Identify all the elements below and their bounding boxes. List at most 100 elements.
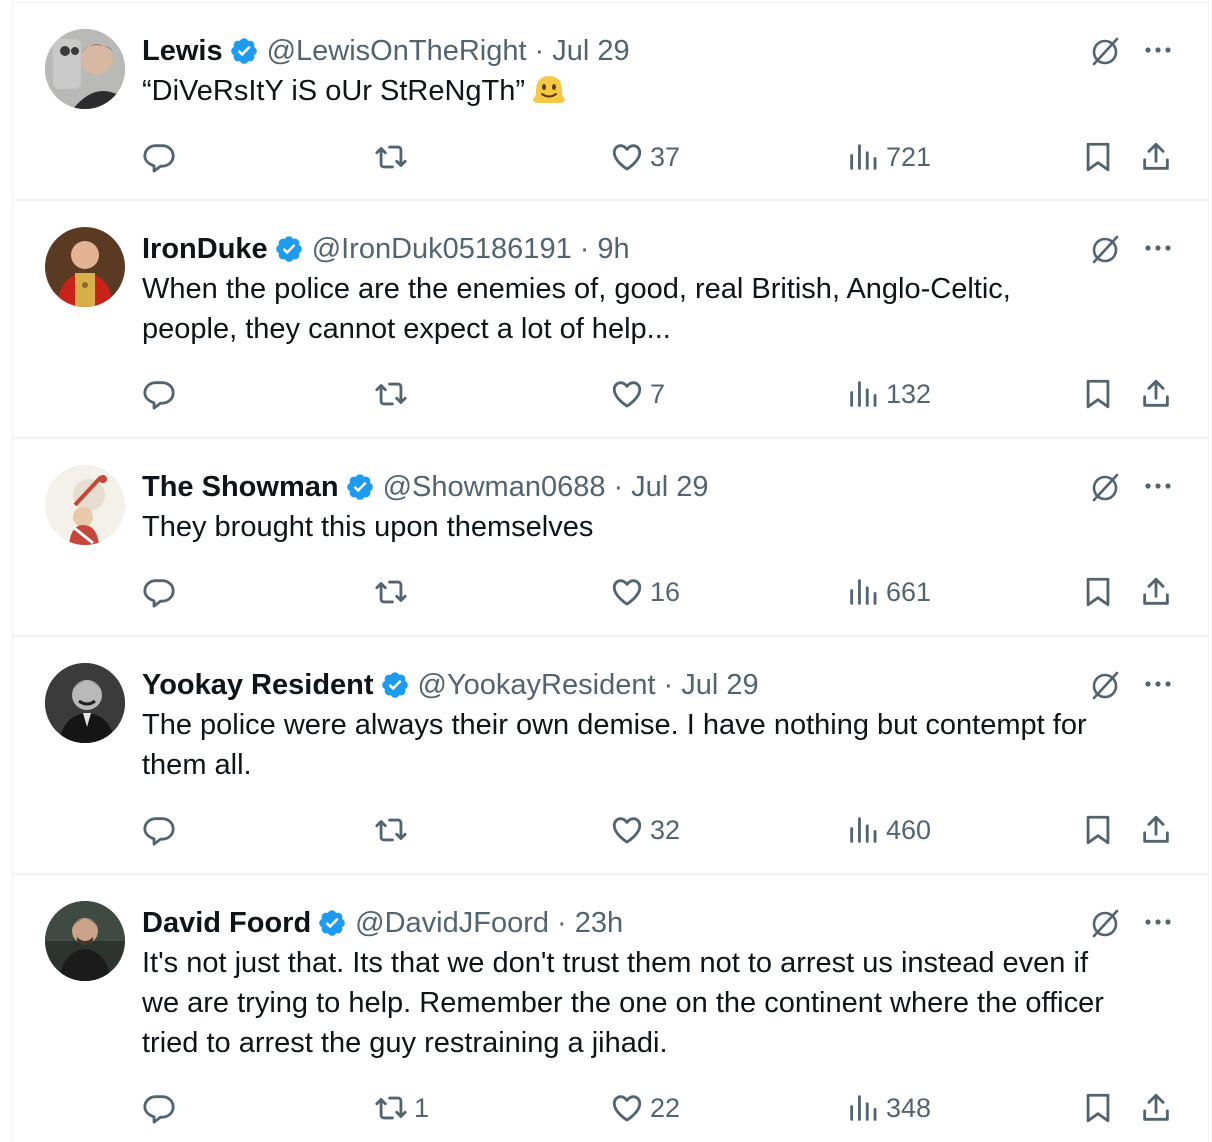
separator-dot: · xyxy=(579,232,590,265)
avatar[interactable] xyxy=(45,663,125,743)
grok-icon[interactable] xyxy=(1087,33,1123,69)
more-icon[interactable] xyxy=(1141,667,1175,701)
avatar[interactable] xyxy=(45,29,125,109)
bookmark-icon xyxy=(1086,577,1110,607)
share-button[interactable] xyxy=(1139,808,1173,852)
reply-button[interactable] xyxy=(142,135,182,179)
verified-badge-icon xyxy=(275,236,302,262)
more-icon[interactable] xyxy=(1141,33,1175,67)
retweet-button[interactable]: 1 xyxy=(374,1086,429,1130)
tweet-text-line: people, they cannot expect a lot of help… xyxy=(142,313,671,345)
reply-button[interactable] xyxy=(142,372,182,416)
views-button[interactable]: 348 xyxy=(846,1086,931,1130)
verified-badge-icon xyxy=(230,38,257,64)
views-button[interactable]: 132 xyxy=(846,372,931,416)
like-button[interactable]: 32 xyxy=(610,808,680,852)
handle[interactable]: @LewisOnTheRight xyxy=(267,35,527,68)
avatar[interactable] xyxy=(45,227,125,307)
like-button[interactable]: 22 xyxy=(610,1086,680,1130)
views-count: 661 xyxy=(886,576,932,607)
tweet-header: David Foord @DavidJFoord · 23h xyxy=(142,903,623,943)
bookmark-button[interactable] xyxy=(1081,1086,1115,1130)
display-name[interactable]: Lewis xyxy=(142,35,223,68)
like-button[interactable]: 16 xyxy=(610,570,680,614)
views-button[interactable]: 721 xyxy=(846,135,931,179)
bookmark-icon xyxy=(1086,1093,1110,1123)
views-button[interactable]: 661 xyxy=(846,570,931,614)
retweet-icon xyxy=(375,818,407,842)
tweet-text-line: The police were always their own demise.… xyxy=(142,709,1087,741)
tweet-lewis[interactable]: Lewis @LewisOnTheRight · Jul 29 “DiVeRsI… xyxy=(13,3,1208,201)
display-name[interactable]: David Foord xyxy=(142,907,311,940)
action-bar: 37 721 xyxy=(13,135,1208,179)
handle[interactable]: @IronDuk05186191 xyxy=(312,233,572,266)
tweet-text-line: It's not just that. Its that we don't tr… xyxy=(142,947,1088,979)
tweet-yookay-resident[interactable]: Yookay Resident @YookayResident · Jul 29… xyxy=(13,637,1208,875)
grok-icon[interactable] xyxy=(1087,905,1123,941)
timestamp[interactable]: Jul 29 xyxy=(631,471,708,504)
like-button[interactable]: 7 xyxy=(610,372,665,416)
reply-button[interactable] xyxy=(142,808,182,852)
retweet-button[interactable] xyxy=(374,135,414,179)
grok-icon[interactable] xyxy=(1087,667,1123,703)
timestamp[interactable]: 9h xyxy=(597,233,629,266)
reply-icon xyxy=(143,579,175,608)
more-icon[interactable] xyxy=(1141,469,1175,503)
tweet-david-foord[interactable]: David Foord @DavidJFoord · 23h It's not … xyxy=(13,875,1208,1142)
handle[interactable]: @YookayResident xyxy=(418,669,656,702)
like-icon xyxy=(612,381,642,408)
share-button[interactable] xyxy=(1139,372,1173,416)
like-count: 37 xyxy=(650,141,681,172)
handle[interactable]: @Showman0688 xyxy=(383,471,606,504)
views-button[interactable]: 460 xyxy=(846,808,931,852)
retweet-button[interactable] xyxy=(374,570,414,614)
verified-badge-icon xyxy=(346,474,373,500)
share-icon xyxy=(1143,577,1169,605)
bookmark-icon xyxy=(1086,379,1110,409)
separator-dot: · xyxy=(557,906,567,939)
reply-button[interactable] xyxy=(142,570,182,614)
views-count: 721 xyxy=(886,141,932,172)
feed-border-right xyxy=(1208,0,1209,1142)
reply-button[interactable] xyxy=(142,1086,182,1130)
action-bar: 16 661 xyxy=(13,570,1208,614)
more-icon[interactable] xyxy=(1141,231,1175,265)
display-name[interactable]: The Showman xyxy=(142,471,339,504)
timestamp[interactable]: 23h xyxy=(575,907,623,940)
grok-icon[interactable] xyxy=(1087,231,1123,267)
views-icon xyxy=(850,1095,877,1121)
display-name[interactable]: Yookay Resident xyxy=(142,669,374,702)
like-count: 7 xyxy=(650,378,666,409)
bookmark-icon xyxy=(1086,142,1110,172)
retweet-icon xyxy=(375,145,407,169)
bookmark-button[interactable] xyxy=(1081,570,1115,614)
bookmark-button[interactable] xyxy=(1081,135,1115,179)
share-button[interactable] xyxy=(1139,1086,1173,1130)
display-name[interactable]: IronDuke xyxy=(142,233,268,266)
avatar[interactable] xyxy=(45,465,125,545)
views-count: 460 xyxy=(886,814,932,845)
bookmark-button[interactable] xyxy=(1081,808,1115,852)
timestamp[interactable]: Jul 29 xyxy=(681,669,758,702)
tweet-header: The Showman @Showman0688 · Jul 29 xyxy=(142,467,709,507)
share-icon xyxy=(1143,1093,1169,1121)
grok-icon[interactable] xyxy=(1087,469,1123,505)
like-button[interactable]: 37 xyxy=(610,135,680,179)
views-icon xyxy=(850,579,877,605)
timestamp[interactable]: Jul 29 xyxy=(552,35,629,68)
bookmark-button[interactable] xyxy=(1081,372,1115,416)
tweet-text-line: we are trying to help. Remember the one … xyxy=(142,987,1104,1019)
tweet-the-showman[interactable]: The Showman @Showman0688 · Jul 29 They b… xyxy=(13,439,1208,637)
handle[interactable]: @DavidJFoord xyxy=(355,907,549,940)
share-button[interactable] xyxy=(1139,135,1173,179)
tweet-text: They brought this upon themselves xyxy=(142,507,1182,547)
avatar[interactable] xyxy=(45,901,125,981)
retweet-button[interactable] xyxy=(374,372,414,416)
share-button[interactable] xyxy=(1139,570,1173,614)
more-icon[interactable] xyxy=(1141,905,1175,939)
retweet-button[interactable] xyxy=(374,808,414,852)
retweet-count: 1 xyxy=(414,1092,430,1123)
tweet-ironduke[interactable]: IronDuke @IronDuk05186191 · 9h When the … xyxy=(13,201,1208,439)
separator-dot: · xyxy=(534,34,545,67)
reply-icon xyxy=(143,144,175,173)
